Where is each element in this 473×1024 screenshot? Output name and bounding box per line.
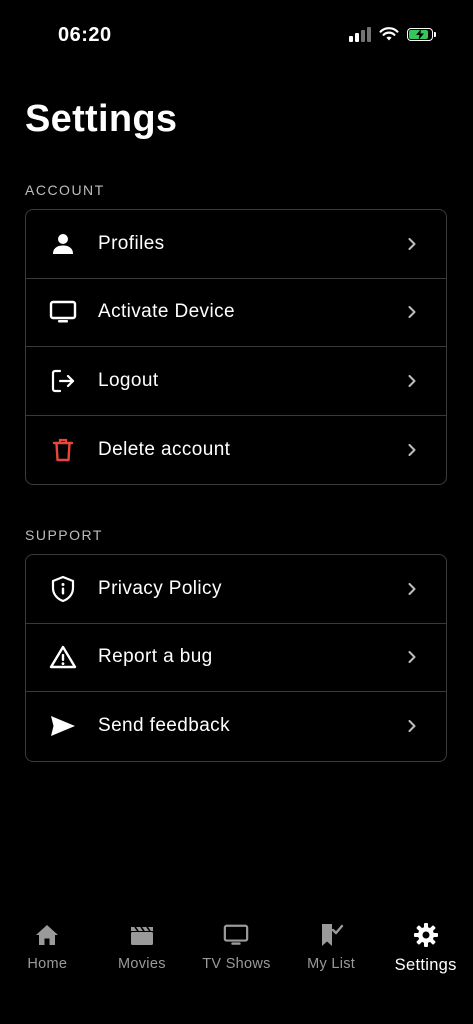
tab-label: Settings [394, 956, 457, 974]
tab-label: Movies [118, 956, 166, 972]
wifi-icon [379, 27, 399, 41]
tab-bar: Home Movies TV Shows My List Settings [0, 910, 473, 1024]
settings-row-profiles[interactable]: Profiles [26, 210, 446, 279]
send-icon [48, 711, 78, 741]
shield-info-icon [48, 574, 78, 604]
chevron-right-icon [406, 443, 418, 456]
tab-my-list[interactable]: My List [284, 922, 379, 982]
person-icon [48, 229, 78, 259]
tab-label: Home [27, 956, 68, 972]
settings-row-label: Privacy Policy [98, 577, 222, 599]
status-time: 06:20 [58, 24, 112, 46]
settings-row-label: Activate Device [98, 301, 235, 323]
page-title: Settings [25, 98, 178, 140]
tv-icon [224, 924, 249, 945]
chevron-right-icon [406, 720, 418, 733]
trash-icon [48, 435, 78, 465]
settings-row-logout[interactable]: Logout [26, 347, 446, 416]
chevron-right-icon [406, 582, 418, 595]
settings-row-privacy-policy[interactable]: Privacy Policy [26, 555, 446, 624]
chevron-right-icon [406, 651, 418, 664]
settings-row-delete-account[interactable]: Delete account [26, 416, 446, 485]
settings-row-activate-device[interactable]: Activate Device [26, 279, 446, 347]
settings-row-label: Delete account [98, 438, 231, 460]
settings-row-label: Profiles [98, 232, 165, 254]
clapperboard-icon [130, 926, 153, 945]
section-header-support: SUPPORT [25, 527, 103, 543]
tab-tv-shows[interactable]: TV Shows [189, 922, 284, 982]
chevron-right-icon [406, 374, 418, 387]
warning-icon [48, 642, 78, 672]
status-bar: 06:20 [0, 0, 473, 72]
tab-label: TV Shows [202, 956, 271, 972]
home-icon [36, 925, 59, 945]
gear-icon [413, 923, 438, 947]
status-icons [349, 26, 436, 42]
section-header-account: ACCOUNT [25, 182, 105, 198]
settings-row-label: Report a bug [98, 646, 213, 668]
account-card: Profiles Activate Device Logout Delete a… [25, 209, 447, 485]
settings-row-send-feedback[interactable]: Send feedback [26, 692, 446, 761]
monitor-icon [48, 297, 78, 327]
battery-charging-icon [407, 27, 436, 41]
settings-row-label: Send feedback [98, 715, 230, 737]
signal-icon [349, 26, 371, 42]
bookmark-check-icon [322, 924, 344, 946]
tab-label: My List [307, 956, 356, 972]
chevron-right-icon [406, 237, 418, 250]
tab-settings[interactable]: Settings [378, 922, 473, 982]
support-card: Privacy Policy Report a bug Send feedbac… [25, 554, 447, 762]
tab-movies[interactable]: Movies [95, 922, 190, 982]
settings-row-label: Logout [98, 369, 159, 391]
logout-icon [48, 366, 78, 396]
chevron-right-icon [406, 306, 418, 319]
settings-row-report-bug[interactable]: Report a bug [26, 624, 446, 692]
tab-home[interactable]: Home [0, 922, 95, 982]
